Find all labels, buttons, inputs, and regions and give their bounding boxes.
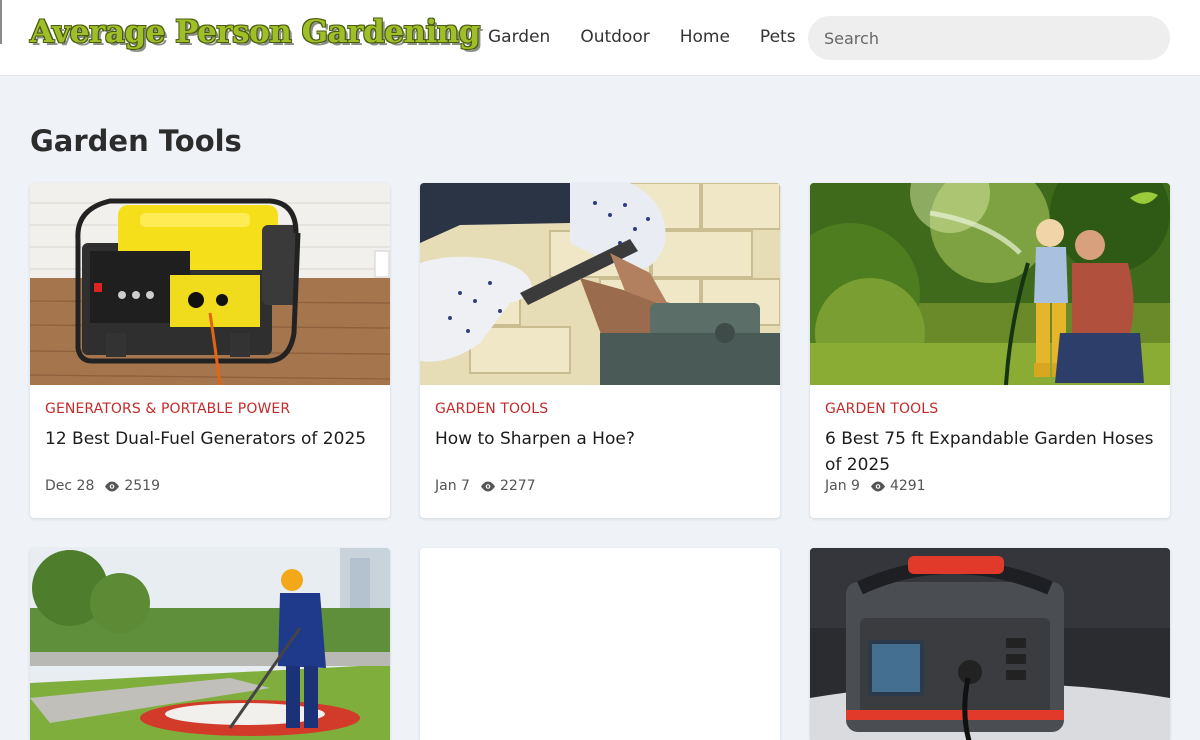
article-card-sharpen-hoe[interactable]: Garden Tools How to Sharpen a Hoe? Jan 7…: [420, 183, 780, 518]
article-meta: Jan 7 2277: [435, 478, 765, 494]
main-nav: Garden Outdoor Home Pets: [488, 27, 826, 47]
article-card-blank[interactable]: [420, 548, 780, 740]
article-card-generators[interactable]: Generators & Portable Power 12 Best Dual…: [30, 183, 390, 518]
article-category[interactable]: Generators & Portable Power: [45, 401, 375, 417]
article-title[interactable]: 12 Best Dual-Fuel Generators of 2025: [45, 426, 375, 478]
article-views: 4291: [889, 478, 926, 494]
views-eye-icon: [480, 481, 496, 492]
article-thumbnail-placeholder: [420, 548, 780, 740]
site-logo[interactable]: Average Person Gardening: [30, 14, 480, 50]
article-title[interactable]: 6 Best 75 ft Expandable Garden Hoses of …: [825, 426, 1155, 478]
views-eye-icon: [870, 481, 886, 492]
nav-item-pets[interactable]: Pets: [760, 27, 796, 47]
views-eye-icon: [104, 481, 120, 492]
article-meta: Jan 9 4291: [825, 478, 1155, 494]
nav-item-garden[interactable]: Garden: [488, 27, 550, 47]
article-views: 2277: [499, 478, 536, 494]
article-meta: Dec 28 2519: [45, 478, 375, 494]
article-thumbnail-sharpening[interactable]: [420, 183, 780, 385]
article-date: Dec 28: [45, 478, 95, 494]
search-input[interactable]: [808, 16, 1170, 60]
article-thumbnail-hose[interactable]: [810, 183, 1170, 385]
article-thumbnail-power-station[interactable]: [810, 548, 1170, 740]
nav-item-home[interactable]: Home: [680, 27, 730, 47]
article-date: Jan 9: [825, 478, 860, 494]
article-category[interactable]: Garden Tools: [435, 401, 765, 417]
article-card-trimmer[interactable]: [30, 548, 390, 740]
left-edge-divider: [0, 0, 2, 44]
article-card-power-station[interactable]: [810, 548, 1170, 740]
nav-item-outdoor[interactable]: Outdoor: [580, 27, 649, 47]
article-thumbnail-trimmer[interactable]: [30, 548, 390, 740]
article-title[interactable]: How to Sharpen a Hoe?: [435, 426, 765, 478]
article-thumbnail-generator[interactable]: [30, 183, 390, 385]
article-date: Jan 7: [435, 478, 470, 494]
page-title: Garden Tools: [30, 124, 242, 158]
article-category[interactable]: Garden Tools: [825, 401, 1155, 417]
site-header: Average Person Gardening Garden Outdoor …: [0, 0, 1200, 76]
article-views: 2519: [124, 478, 160, 494]
article-card-garden-hoses[interactable]: Garden Tools 6 Best 75 ft Expandable Gar…: [810, 183, 1170, 518]
